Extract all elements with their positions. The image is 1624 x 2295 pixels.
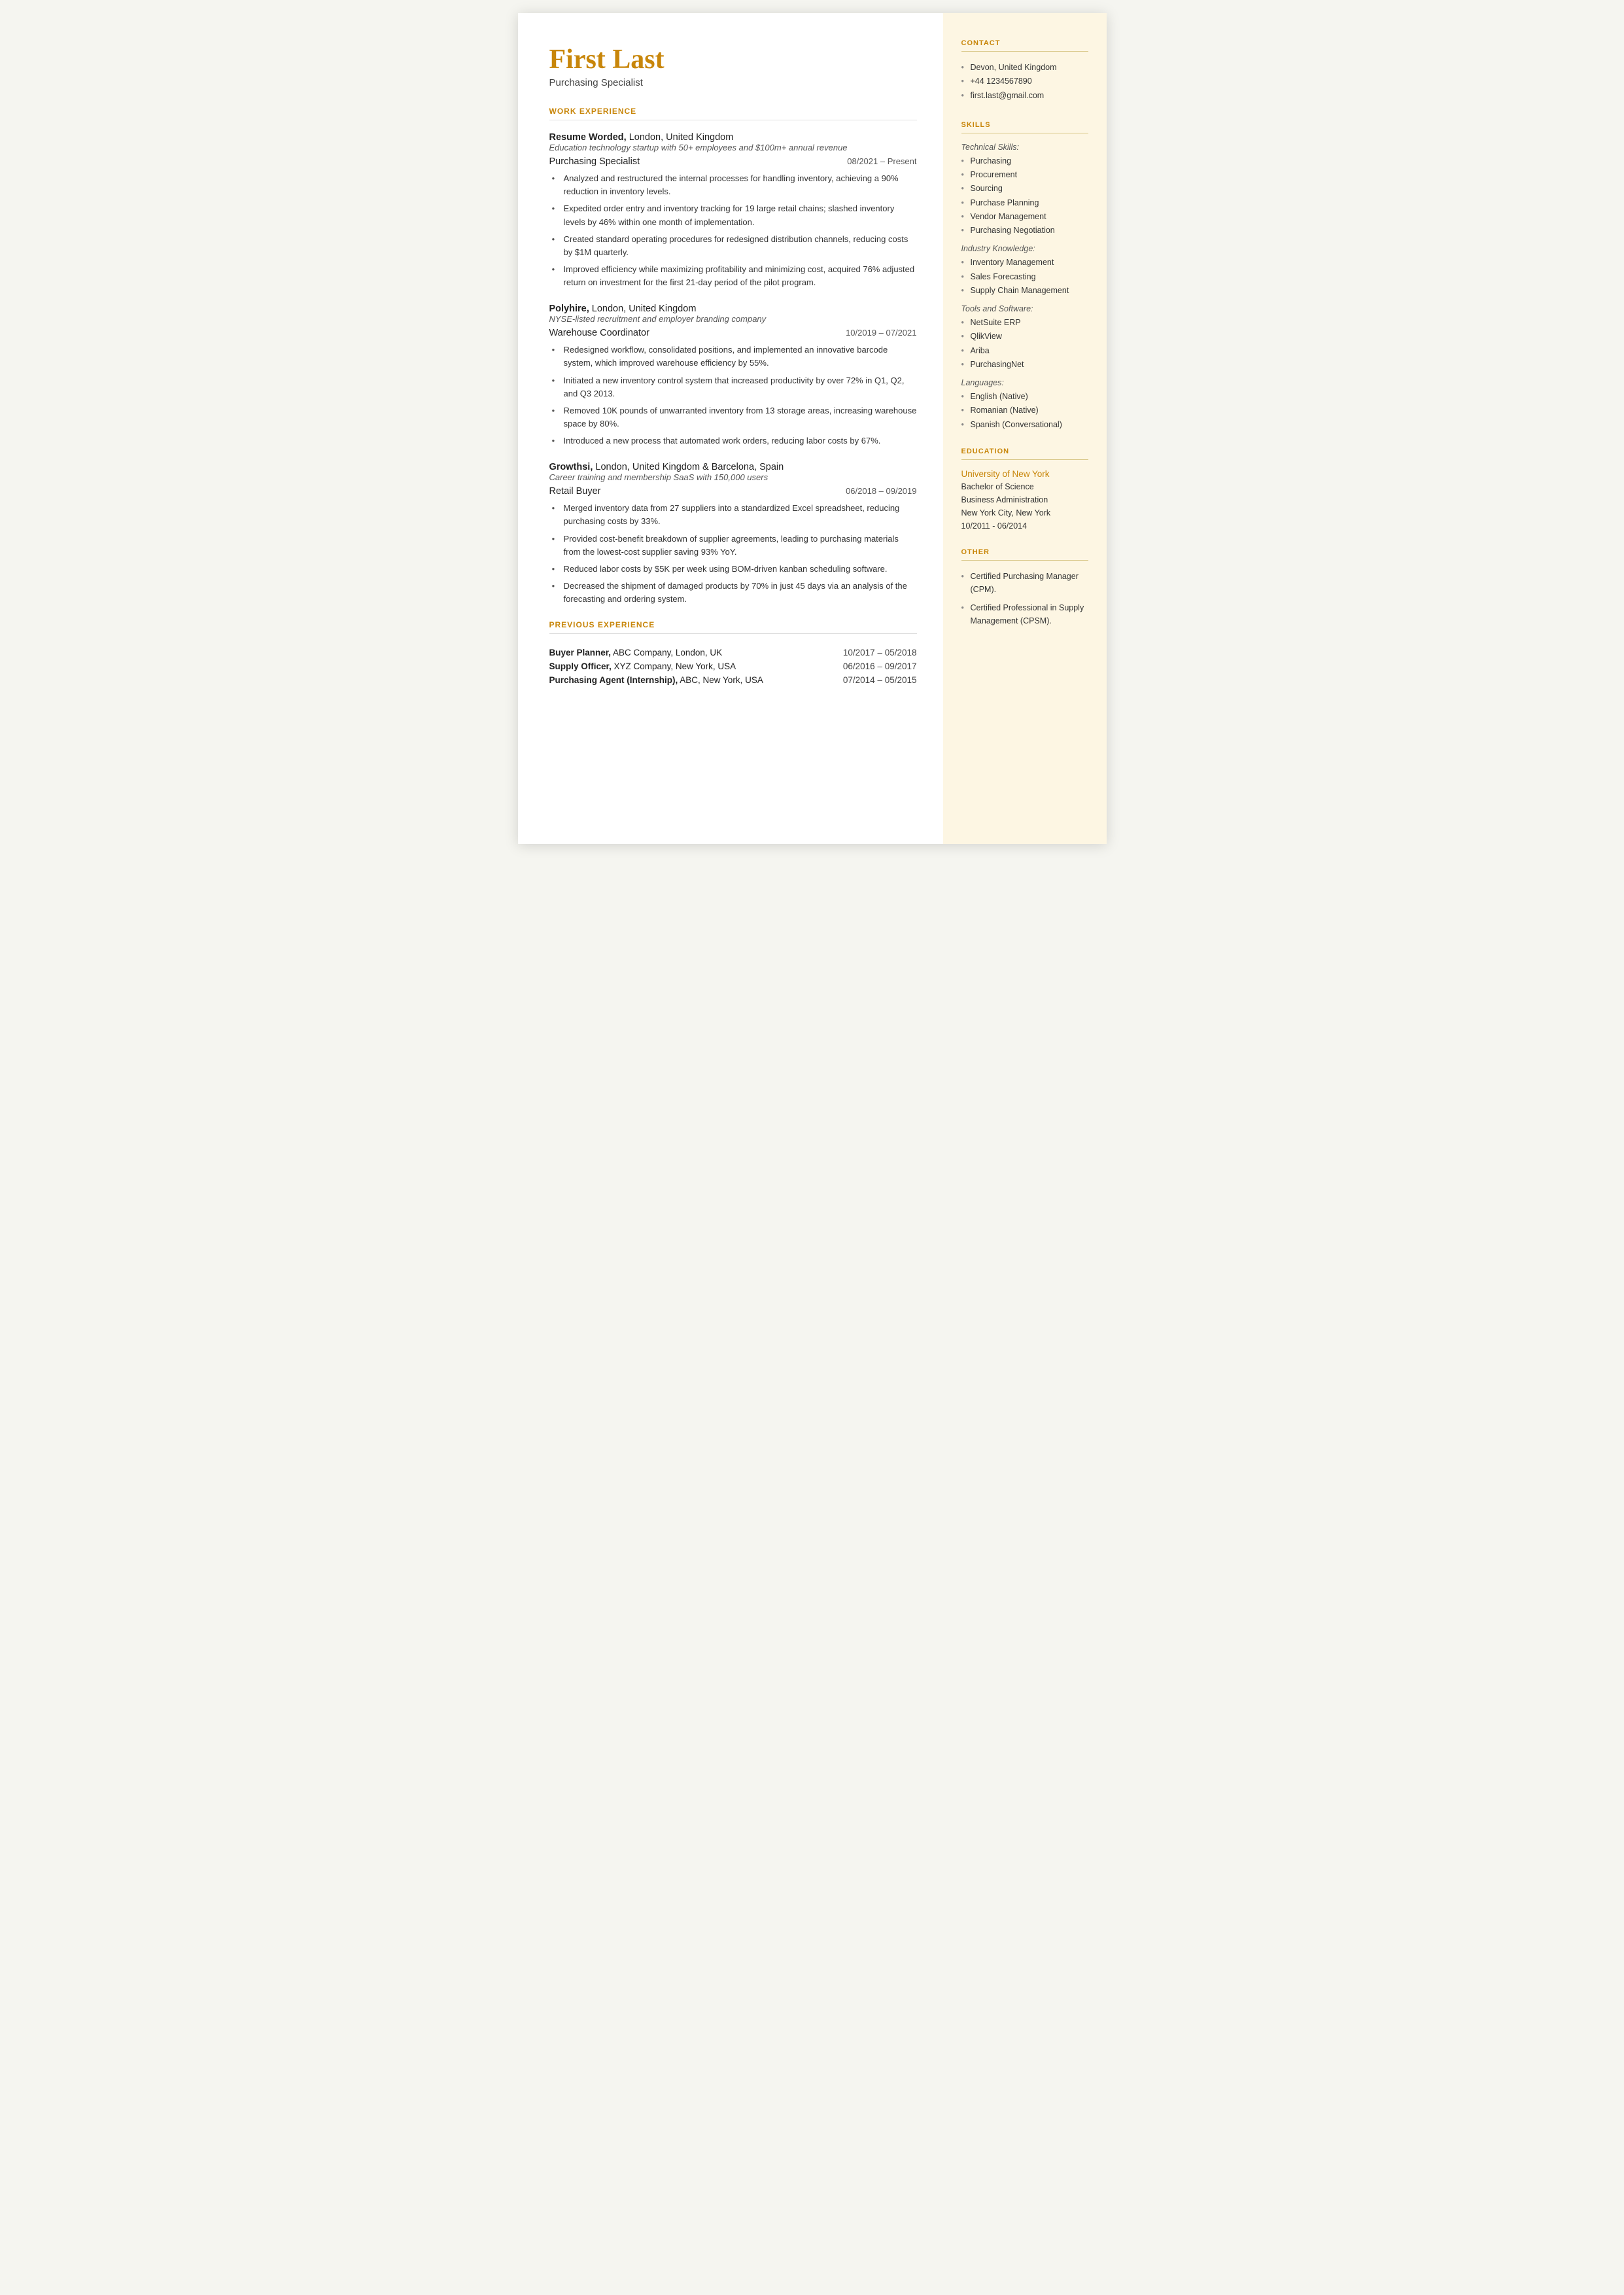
company-1-name: Resume Worded, London, United Kingdom <box>549 132 917 143</box>
job-1-bullets: Analyzed and restructured the internal p… <box>552 172 917 289</box>
job-title: Purchasing Specialist <box>549 77 917 88</box>
other-divider <box>961 560 1088 561</box>
prev-exp-dates-1: 10/2017 – 05/2018 <box>827 646 917 659</box>
edu-block-1: University of New York Bachelor of Scien… <box>961 469 1088 533</box>
prev-exp-title-2: Supply Officer, XYZ Company, New York, U… <box>549 659 827 673</box>
skill-item: Ariba <box>961 344 1088 358</box>
prev-exp-title-1: Buyer Planner, ABC Company, London, UK <box>549 646 827 659</box>
job-2-header: Warehouse Coordinator 10/2019 – 07/2021 <box>549 328 917 338</box>
tools-software-list: NetSuite ERP QlikView Ariba PurchasingNe… <box>961 316 1088 372</box>
bullet-item: Decreased the shipment of damaged produc… <box>552 580 917 606</box>
education-divider <box>961 459 1088 460</box>
bullet-item: Analyzed and restructured the internal p… <box>552 172 917 198</box>
skill-item: Sales Forecasting <box>961 270 1088 284</box>
education-heading: EDUCATION <box>961 447 1088 455</box>
job-3-title: Retail Buyer <box>549 486 601 497</box>
prev-exp-title-3: Purchasing Agent (Internship), ABC, New … <box>549 673 827 687</box>
prev-exp-dates-2: 06/2016 – 09/2017 <box>827 659 917 673</box>
languages-list: English (Native) Romanian (Native) Spani… <box>961 390 1088 432</box>
edu-field: Business Administration <box>961 493 1088 506</box>
education-section: EDUCATION University of New York Bachelo… <box>961 447 1088 533</box>
other-item-2: Certified Professional in Supply Managem… <box>961 601 1088 627</box>
edu-dates: 10/2011 - 06/2014 <box>961 519 1088 533</box>
job-3-bullets: Merged inventory data from 27 suppliers … <box>552 502 917 606</box>
technical-skills-list: Purchasing Procurement Sourcing Purchase… <box>961 154 1088 238</box>
bullet-item: Merged inventory data from 27 suppliers … <box>552 502 917 528</box>
prev-exp-dates-3: 07/2014 – 05/2015 <box>827 673 917 687</box>
skill-item: Vendor Management <box>961 210 1088 224</box>
skill-item: NetSuite ERP <box>961 316 1088 330</box>
contact-item-email: first.last@gmail.com <box>961 89 1088 103</box>
company-1-tagline: Education technology startup with 50+ em… <box>549 143 917 152</box>
bullet-item: Initiated a new inventory control system… <box>552 374 917 400</box>
job-3-dates: 06/2018 – 09/2019 <box>846 486 916 496</box>
company-3-name: Growthsi, London, United Kingdom & Barce… <box>549 462 917 472</box>
contact-item-phone: +44 1234567890 <box>961 75 1088 88</box>
skill-item: Inventory Management <box>961 256 1088 270</box>
company-2-tagline: NYSE-listed recruitment and employer bra… <box>549 314 917 324</box>
other-section: OTHER Certified Purchasing Manager (CPM)… <box>961 548 1088 627</box>
skill-item: English (Native) <box>961 390 1088 404</box>
skill-item: Purchasing <box>961 154 1088 168</box>
prev-divider <box>549 633 917 634</box>
skill-item: QlikView <box>961 330 1088 343</box>
bullet-item: Reduced labor costs by $5K per week usin… <box>552 563 917 576</box>
job-block-1: Resume Worded, London, United Kingdom Ed… <box>549 132 917 289</box>
bullet-item: Introduced a new process that automated … <box>552 434 917 447</box>
prev-exp-row: Purchasing Agent (Internship), ABC, New … <box>549 673 917 687</box>
prev-exp-row: Buyer Planner, ABC Company, London, UK 1… <box>549 646 917 659</box>
skills-section: SKILLS Technical Skills: Purchasing Proc… <box>961 121 1088 432</box>
contact-heading: CONTACT <box>961 39 1088 47</box>
contact-list: Devon, United Kingdom +44 1234567890 fir… <box>961 61 1088 103</box>
bullet-item: Redesigned workflow, consolidated positi… <box>552 343 917 370</box>
job-2-bullets: Redesigned workflow, consolidated positi… <box>552 343 917 447</box>
bullet-item: Expedited order entry and inventory trac… <box>552 202 917 228</box>
contact-section: CONTACT Devon, United Kingdom +44 123456… <box>961 39 1088 103</box>
resume-page: First Last Purchasing Specialist WORK EX… <box>518 13 1107 844</box>
previous-experience-heading: PREVIOUS EXPERIENCE <box>549 620 917 629</box>
skill-item: Romanian (Native) <box>961 404 1088 417</box>
prev-exp-row: Supply Officer, XYZ Company, New York, U… <box>549 659 917 673</box>
skill-item: Supply Chain Management <box>961 284 1088 298</box>
previous-experience-table: Buyer Planner, ABC Company, London, UK 1… <box>549 646 917 687</box>
edu-location: New York City, New York <box>961 506 1088 519</box>
job-3-header: Retail Buyer 06/2018 – 09/2019 <box>549 486 917 497</box>
contact-divider <box>961 51 1088 52</box>
edu-degree: Bachelor of Science <box>961 480 1088 493</box>
right-column: CONTACT Devon, United Kingdom +44 123456… <box>943 13 1107 844</box>
company-2-name: Polyhire, London, United Kingdom <box>549 304 917 314</box>
job-1-title: Purchasing Specialist <box>549 156 640 167</box>
name: First Last <box>549 44 917 75</box>
languages-label: Languages: <box>961 378 1088 387</box>
company-3-tagline: Career training and membership SaaS with… <box>549 472 917 482</box>
bullet-item: Created standard operating procedures fo… <box>552 233 917 259</box>
job-1-dates: 08/2021 – Present <box>847 156 916 166</box>
skill-item: Purchasing Negotiation <box>961 224 1088 237</box>
skill-item: Sourcing <box>961 182 1088 196</box>
skill-item: PurchasingNet <box>961 358 1088 372</box>
edu-school-name: University of New York <box>961 469 1088 479</box>
skills-heading: SKILLS <box>961 121 1088 129</box>
job-2-dates: 10/2019 – 07/2021 <box>846 328 916 338</box>
bullet-item: Provided cost-benefit breakdown of suppl… <box>552 533 917 559</box>
skill-item: Purchase Planning <box>961 196 1088 210</box>
work-experience-heading: WORK EXPERIENCE <box>549 107 917 116</box>
left-column: First Last Purchasing Specialist WORK EX… <box>518 13 943 844</box>
industry-knowledge-list: Inventory Management Sales Forecasting S… <box>961 256 1088 298</box>
bullet-item: Improved efficiency while maximizing pro… <box>552 263 917 289</box>
job-block-2: Polyhire, London, United Kingdom NYSE-li… <box>549 304 917 447</box>
bullet-item: Removed 10K pounds of unwarranted invent… <box>552 404 917 430</box>
industry-knowledge-label: Industry Knowledge: <box>961 244 1088 253</box>
skill-item: Procurement <box>961 168 1088 182</box>
tools-software-label: Tools and Software: <box>961 304 1088 313</box>
other-list: Certified Purchasing Manager (CPM). Cert… <box>961 570 1088 627</box>
skill-item: Spanish (Conversational) <box>961 418 1088 432</box>
technical-skills-label: Technical Skills: <box>961 143 1088 152</box>
job-2-title: Warehouse Coordinator <box>549 328 649 338</box>
job-1-header: Purchasing Specialist 08/2021 – Present <box>549 156 917 167</box>
contact-item-location: Devon, United Kingdom <box>961 61 1088 75</box>
other-heading: OTHER <box>961 548 1088 556</box>
job-block-3: Growthsi, London, United Kingdom & Barce… <box>549 462 917 606</box>
other-item-1: Certified Purchasing Manager (CPM). <box>961 570 1088 596</box>
